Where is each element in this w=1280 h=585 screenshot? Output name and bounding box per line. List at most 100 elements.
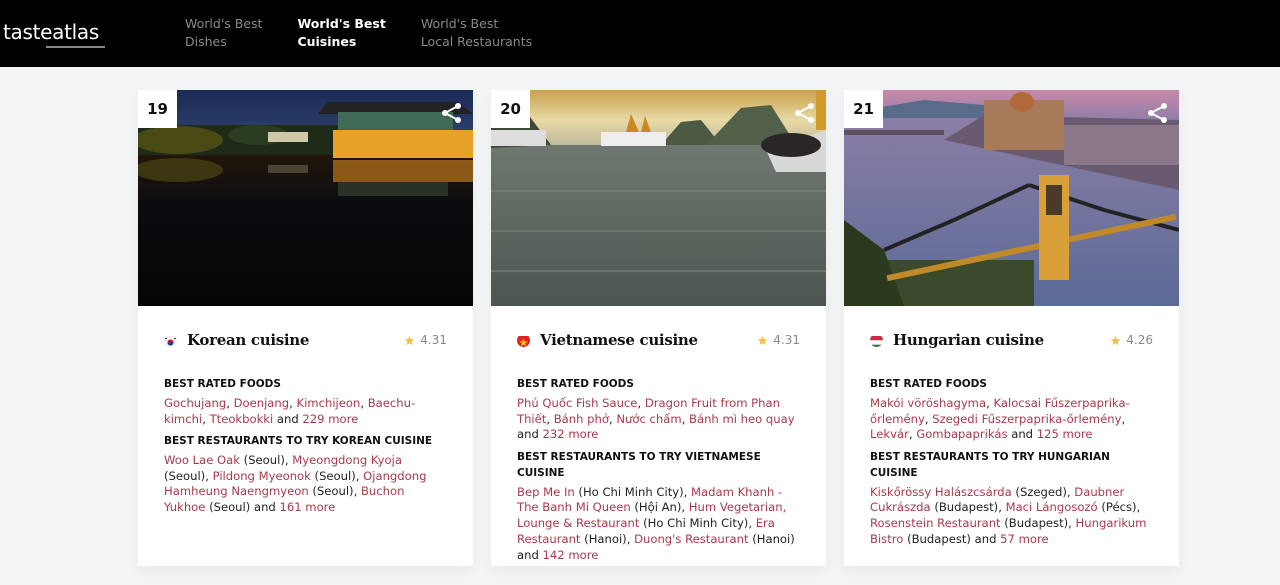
- restaurant-city: (Ho Chi Minh City): [643, 516, 749, 531]
- star-icon: [757, 335, 768, 345]
- best-rated-foods-section: BEST RATED FOODS Makói vöröshagyma, Kalo…: [870, 377, 1153, 443]
- section-heading: BEST RESTAURANTS TO TRY KOREAN CUISINE: [164, 435, 433, 447]
- restaurant-link[interactable]: Myeongdong Kyoja: [292, 453, 402, 467]
- share-icon[interactable]: [1147, 102, 1169, 124]
- food-link[interactable]: Lekvár: [870, 427, 909, 441]
- restaurant-city: (Seoul): [312, 484, 354, 499]
- restaurant-city: (Seoul): [314, 468, 356, 483]
- food-link[interactable]: Phú Quốc Fish Sauce: [517, 396, 637, 410]
- section-heading: BEST RATED FOODS: [164, 378, 281, 390]
- cuisine-image-korean[interactable]: 19: [138, 90, 473, 306]
- rating: 4.31: [757, 333, 800, 347]
- foods-list: Phú Quốc Fish Sauce, Dragon Fruit from P…: [517, 395, 795, 442]
- cuisine-card-vietnamese: 20 Vietnamese cuisine 4.31 BEST RATED FO…: [491, 90, 826, 566]
- best-rated-foods-section: BEST RATED FOODS Gochujang, Doenjang, Ki…: [164, 377, 447, 427]
- restaurant-link[interactable]: Pildong Myeonok: [213, 469, 311, 483]
- section-heading: BEST RATED FOODS: [870, 378, 987, 390]
- nav-label-line1: World's Best: [420, 16, 499, 31]
- rating-value: 4.26: [1126, 333, 1153, 347]
- main-nav: World's Best Dishes World's Best Cuisine…: [185, 15, 567, 51]
- and-text: and: [974, 531, 997, 546]
- cuisine-image-vietnamese[interactable]: 20: [491, 90, 826, 306]
- restaurant-city: (Budapest): [934, 500, 999, 515]
- nav-label-line1: World's Best: [297, 16, 386, 31]
- food-link[interactable]: Gochujang: [164, 396, 226, 410]
- restaurant-city: (Seoul): [209, 500, 251, 515]
- cuisine-card-hungarian: 21 Hungarian cuisine 4.26 BEST RATED FOO…: [844, 90, 1179, 566]
- cuisine-title[interactable]: Korean cuisine: [187, 331, 309, 349]
- food-link[interactable]: Szegedi Fűszerpaprika-őrlemény: [932, 412, 1121, 426]
- and-text: and: [253, 500, 276, 515]
- best-restaurants-section: BEST RESTAURANTS TO TRY HUNGARIAN CUISIN…: [870, 450, 1153, 548]
- share-icon[interactable]: [794, 102, 816, 124]
- section-heading: BEST RESTAURANTS TO TRY VIETNAMESE CUISI…: [517, 451, 761, 479]
- nav-label-line1: World's Best: [185, 16, 263, 31]
- more-foods-link[interactable]: 232 more: [543, 427, 599, 441]
- best-rated-foods-section: BEST RATED FOODS Phú Quốc Fish Sauce, Dr…: [517, 377, 800, 443]
- more-foods-link[interactable]: 125 more: [1037, 427, 1093, 441]
- restaurant-link[interactable]: Rosenstein Restaurant: [870, 516, 1001, 530]
- share-icon[interactable]: [441, 102, 463, 124]
- and-text: and: [517, 427, 539, 442]
- top-navigation-bar: tasteatlas World's Best Dishes World's B…: [0, 0, 1280, 67]
- restaurant-city: (Budapest): [907, 531, 971, 546]
- restaurant-city: (Szeged): [1015, 484, 1067, 499]
- nav-worlds-best-dishes[interactable]: World's Best Dishes: [185, 15, 262, 51]
- nav-label-line2: Local Restaurants: [420, 34, 533, 49]
- restaurant-city: (Budapest): [1004, 516, 1069, 531]
- star-icon: [404, 335, 415, 345]
- rank-badge: 21: [844, 90, 883, 128]
- rating-value: 4.31: [420, 333, 447, 347]
- logo-text-atlas: atlas: [46, 20, 105, 48]
- restaurant-city: (Hanoi): [584, 531, 627, 546]
- restaurant-link[interactable]: Woo Lae Oak: [164, 453, 240, 467]
- tasteatlas-logo[interactable]: tasteatlas: [3, 20, 105, 48]
- restaurant-city: (Hanoi): [752, 531, 795, 546]
- rating-value: 4.31: [773, 333, 800, 347]
- food-link[interactable]: Nước chấm: [616, 412, 681, 426]
- restaurant-link[interactable]: Kiskőrössy Halászcsárda: [870, 485, 1012, 499]
- food-link[interactable]: Bánh phở: [554, 412, 609, 426]
- food-link[interactable]: Makói vöröshagyma: [870, 396, 986, 410]
- restaurant-city: (Hội An): [634, 500, 682, 515]
- food-link[interactable]: Doenjang: [234, 396, 290, 410]
- hungary-flag-icon: [870, 334, 883, 347]
- south-korea-flag-icon: [164, 334, 177, 347]
- budapest-chain-bridge-photo: [844, 90, 1179, 306]
- cuisine-title[interactable]: Vietnamese cuisine: [540, 331, 698, 349]
- cuisine-image-hungarian[interactable]: 21: [844, 90, 1179, 306]
- more-restaurants-link[interactable]: 161 more: [279, 500, 335, 514]
- nav-label-line2: Dishes: [185, 34, 227, 49]
- restaurant-link[interactable]: Duong's Restaurant: [634, 532, 748, 546]
- section-heading: BEST RATED FOODS: [517, 378, 634, 390]
- food-link[interactable]: Bánh mì heo quay: [689, 412, 795, 426]
- food-link[interactable]: Tteokbokki: [210, 412, 274, 426]
- more-restaurants-link[interactable]: 57 more: [1000, 532, 1048, 546]
- foods-list: Makói vöröshagyma, Kalocsai Fűszerpaprik…: [870, 395, 1130, 442]
- restaurants-list: Bep Me In (Ho Chi Minh City), Madam Khan…: [517, 484, 795, 562]
- food-link[interactable]: Kimchijeon: [296, 396, 360, 410]
- food-link[interactable]: Gombapaprikás: [916, 427, 1007, 441]
- nav-worlds-best-local-restaurants[interactable]: World's Best Local Restaurants: [421, 15, 532, 51]
- more-foods-link[interactable]: 229 more: [302, 412, 358, 426]
- foods-list: Gochujang, Doenjang, Kimchijeon, Baechu-…: [164, 395, 416, 426]
- korean-palace-night-photo: [138, 90, 473, 306]
- and-text: and: [276, 411, 299, 426]
- restaurant-link[interactable]: Bep Me In: [517, 485, 575, 499]
- best-restaurants-section: BEST RESTAURANTS TO TRY VIETNAMESE CUISI…: [517, 450, 800, 564]
- and-text: and: [517, 547, 539, 562]
- halong-bay-photo: [491, 90, 826, 306]
- nav-label-line2: Cuisines: [297, 34, 357, 49]
- rank-badge: 20: [491, 90, 530, 128]
- restaurants-list: Kiskőrössy Halászcsárda (Szeged), Daubne…: [870, 484, 1147, 546]
- restaurant-link[interactable]: Maci Lángosozó: [1006, 500, 1098, 514]
- rating: 4.26: [1110, 333, 1153, 347]
- card-title-row: Hungarian cuisine 4.26: [870, 330, 1153, 350]
- more-restaurants-link[interactable]: 142 more: [543, 548, 599, 562]
- best-restaurants-section: BEST RESTAURANTS TO TRY KOREAN CUISINE W…: [164, 434, 447, 516]
- cuisine-title[interactable]: Hungarian cuisine: [893, 331, 1044, 349]
- logo-text-taste: taste: [3, 20, 53, 44]
- rank-badge: 19: [138, 90, 177, 128]
- restaurants-list: Woo Lae Oak (Seoul), Myeongdong Kyoja (S…: [164, 452, 427, 515]
- nav-worlds-best-cuisines[interactable]: World's Best Cuisines: [297, 15, 385, 51]
